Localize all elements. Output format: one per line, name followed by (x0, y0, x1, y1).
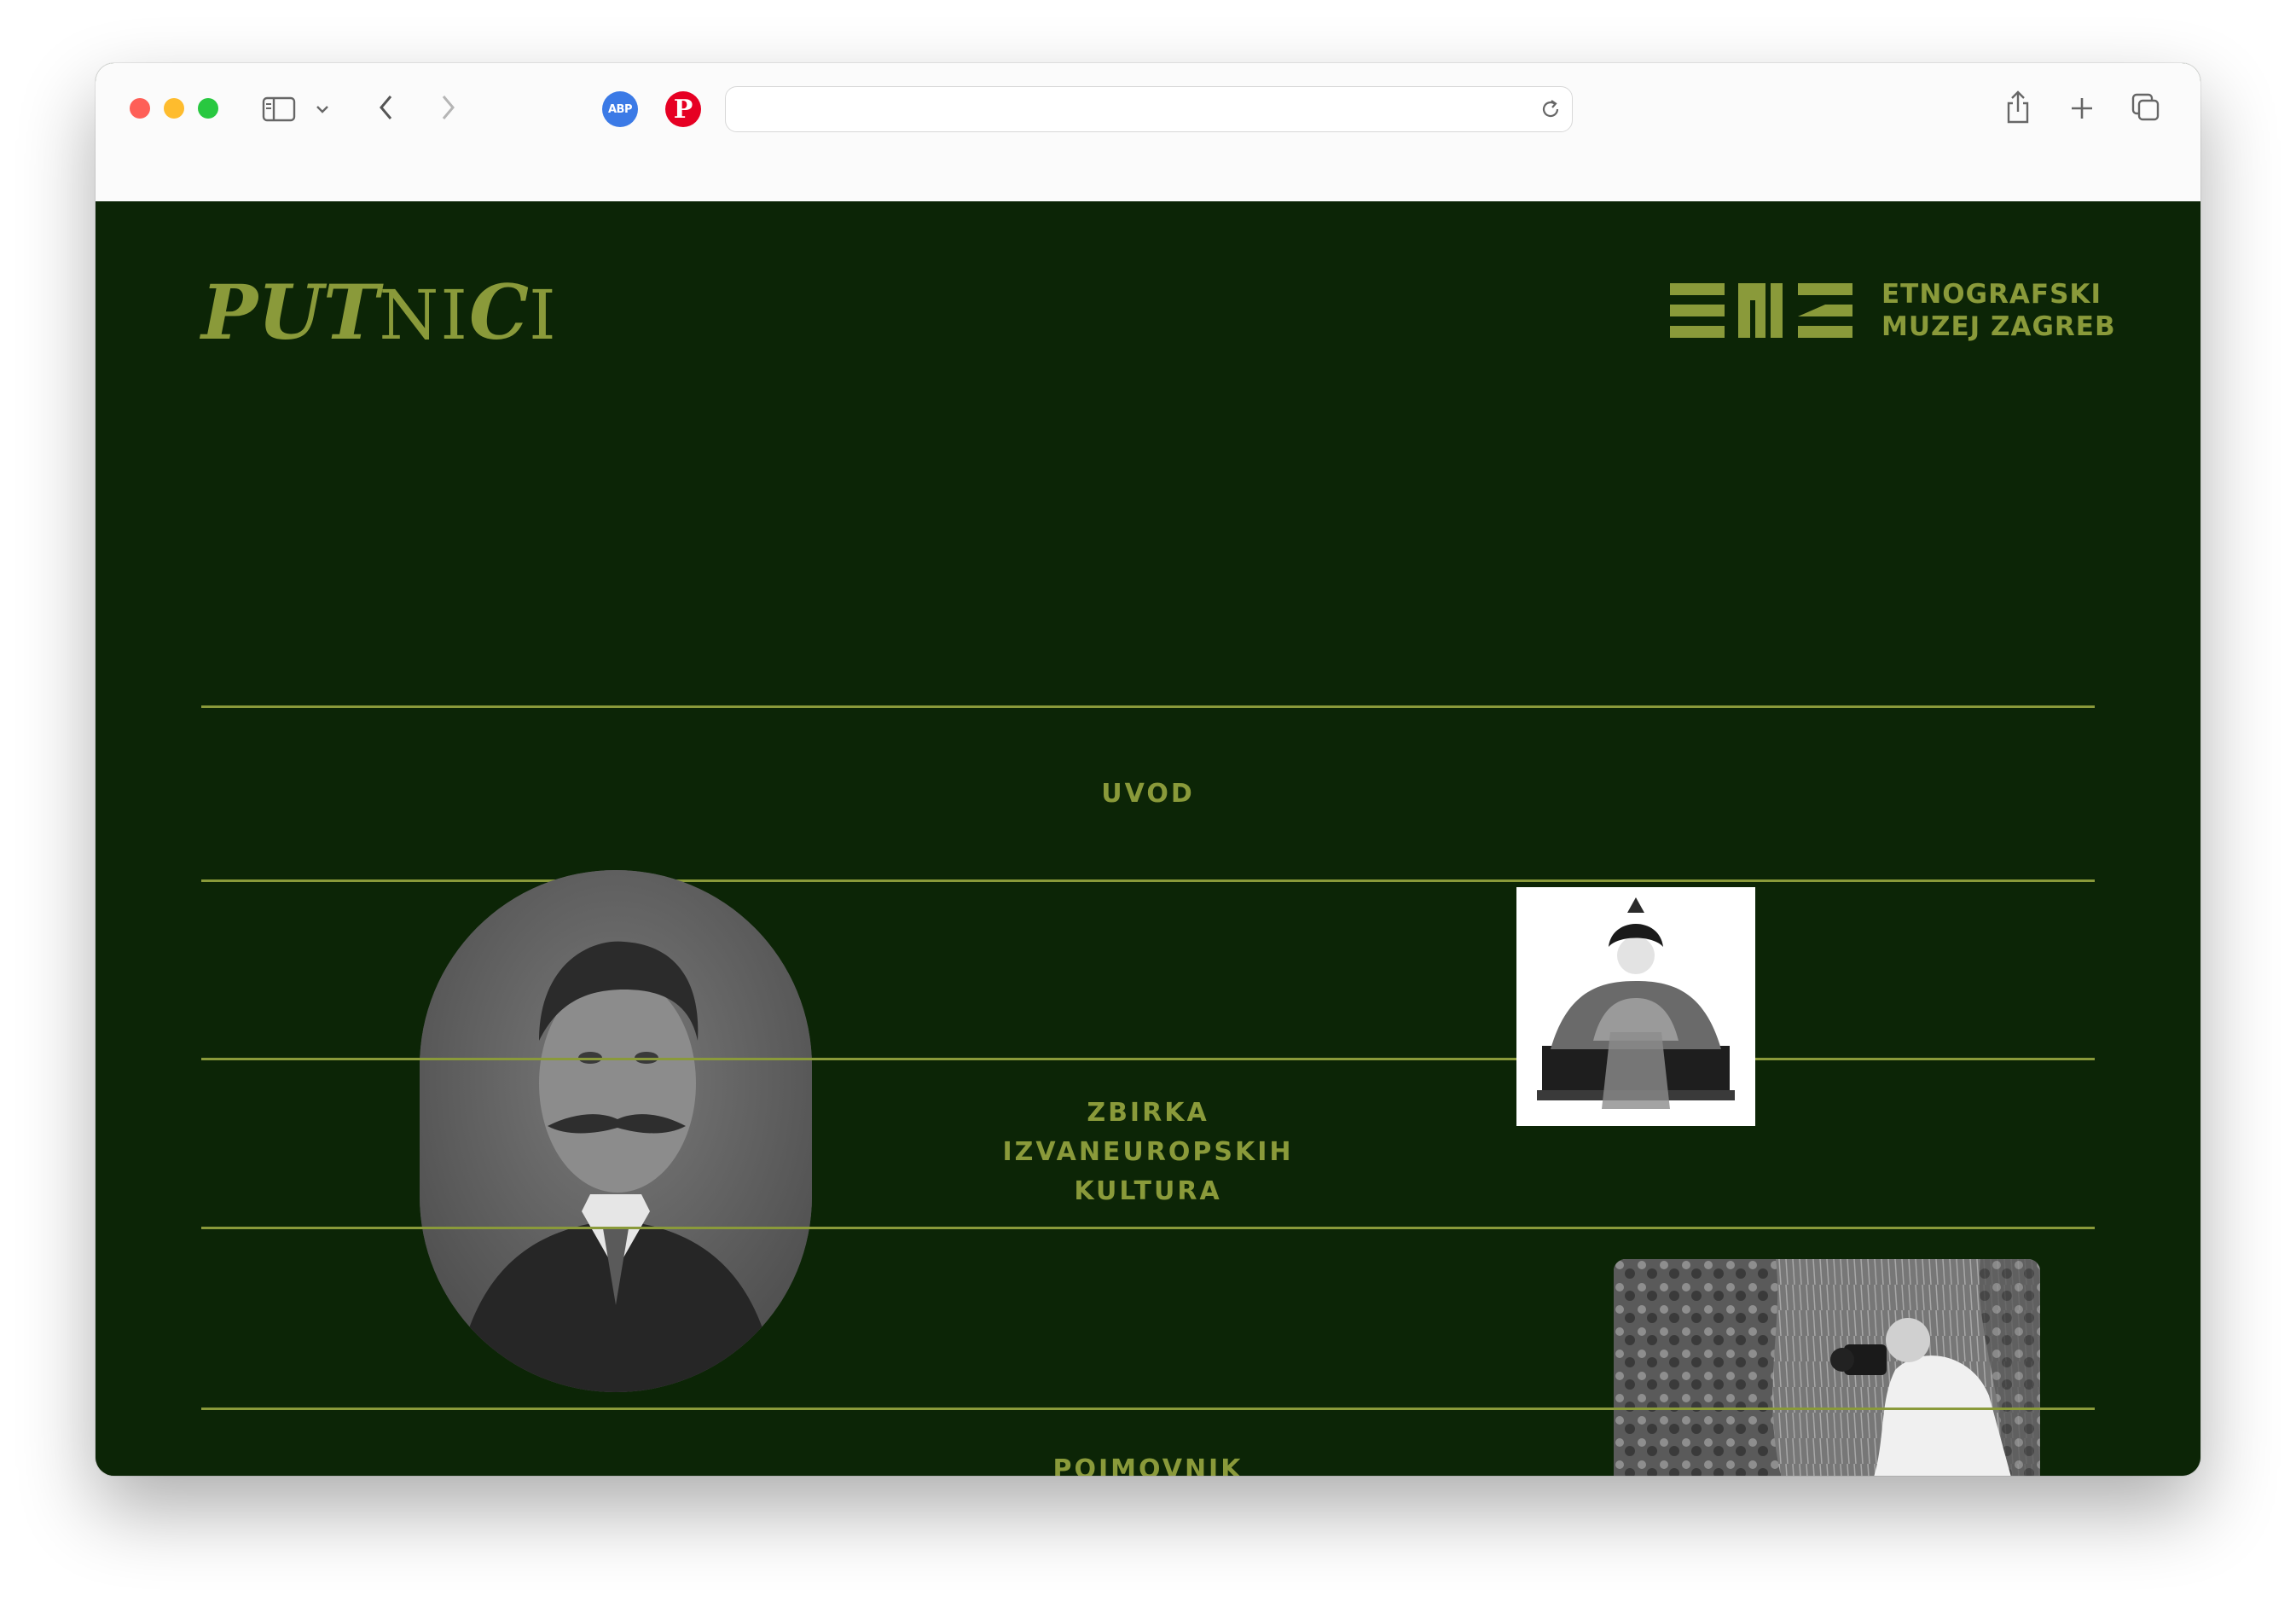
museum-name: ETNOGRAFSKI MUZEJ ZAGREB (1881, 278, 2116, 343)
divider-line (201, 1227, 2095, 1229)
divider-line (201, 1408, 2095, 1410)
divider-line (201, 879, 2095, 882)
museum-name-line: ETNOGRAFSKI (1881, 279, 2102, 310)
forward-icon[interactable] (433, 89, 462, 126)
close-window-button[interactable] (130, 98, 150, 119)
nav-item-zbirka[interactable]: ZBIRKA IZVANEUROPSKIH KULTURA (892, 1094, 1404, 1211)
filmmaker-photo (1614, 1259, 2040, 1476)
share-icon[interactable] (2001, 85, 2035, 128)
nav-item-uvod[interactable]: UVOD (892, 775, 1404, 814)
tab-overview-icon[interactable] (2129, 90, 2163, 125)
web-page: PU T N I C I ETNOGRAFSKI MUZEJ ZAGREB UV… (96, 201, 2200, 1476)
reload-icon[interactable] (1537, 96, 1564, 123)
divider-line (201, 1058, 2095, 1060)
logo-part: T (322, 268, 380, 357)
adblock-extension-icon[interactable]: ABP (602, 91, 638, 127)
putnici-logo[interactable]: PU T N I C I (201, 268, 558, 357)
nav-item-pojmovnik[interactable]: POJMOVNIK (892, 1450, 1404, 1476)
divider-line (201, 705, 2095, 708)
back-icon[interactable] (372, 89, 401, 126)
address-bar[interactable] (725, 86, 1573, 132)
browser-toolbar: ABP P (96, 63, 2200, 202)
logo-part: I (529, 276, 558, 355)
museum-name-line: MUZEJ ZAGREB (1881, 311, 2116, 342)
emz-mark-icon (1670, 283, 1852, 338)
pinterest-extension-icon[interactable]: P (665, 91, 701, 127)
chevron-down-icon[interactable] (312, 97, 333, 121)
museum-logo[interactable]: ETNOGRAFSKI MUZEJ ZAGREB (1670, 278, 2116, 343)
logo-part: PU (201, 268, 323, 357)
zoom-window-button[interactable] (198, 98, 218, 119)
portrait-photo (420, 870, 812, 1392)
browser-window: ABP P PU T N I C I ETNOGRAFSKI MUZEJ ZAG… (96, 63, 2200, 1476)
logo-part: N (379, 276, 441, 355)
nav-label-line: ZBIRKA (1087, 1098, 1209, 1128)
sidebar-icon[interactable] (261, 92, 297, 126)
nav-label-line: IZVANEUROPSKIH (1002, 1137, 1294, 1167)
minimize-window-button[interactable] (164, 98, 184, 119)
new-tab-icon[interactable] (2066, 92, 2098, 125)
nav-label-line: KULTURA (1074, 1176, 1222, 1206)
logo-part: C (469, 268, 530, 357)
doll-object-photo (1516, 887, 1755, 1126)
logo-part: I (440, 276, 470, 355)
